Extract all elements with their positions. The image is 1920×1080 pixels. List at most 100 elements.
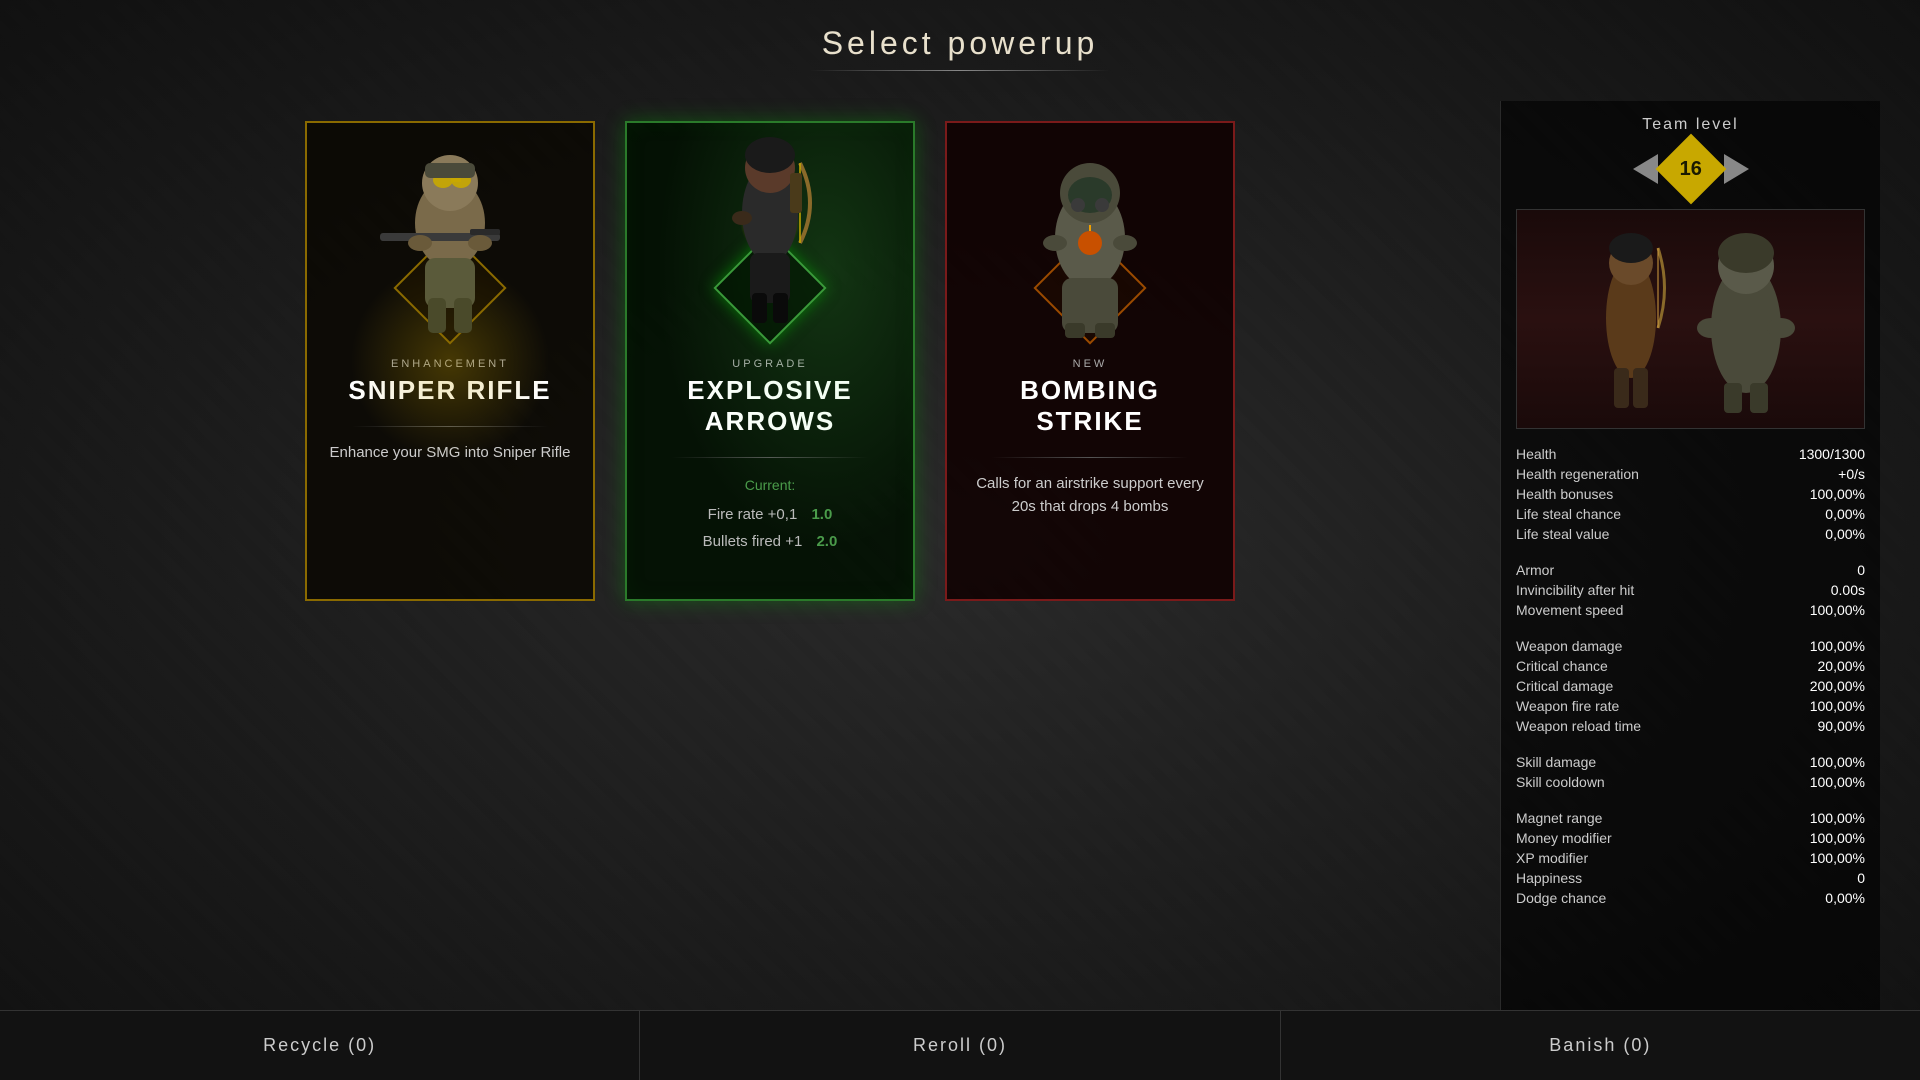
right-panel: Team level 16 xyxy=(1500,101,1880,1010)
stat-reload-time-label: Weapon reload time xyxy=(1516,718,1641,734)
bomber-divider xyxy=(992,457,1189,458)
page-title: Select powerup xyxy=(0,25,1920,62)
header: Select powerup xyxy=(0,0,1920,81)
stat-invincibility-label: Invincibility after hit xyxy=(1516,582,1634,598)
stat-crit-damage-label: Critical damage xyxy=(1516,678,1613,694)
stats-group-skill: Skill damage 100,00% Skill cooldown 100,… xyxy=(1516,752,1865,792)
stat-money-modifier: Money modifier 100,00% xyxy=(1516,828,1865,848)
stat-health-value: 1300/1300 xyxy=(1799,446,1865,462)
bomber-title: BOMBING STRIKE xyxy=(967,375,1213,437)
stat-dodge-chance-value: 0,00% xyxy=(1825,890,1865,906)
stat-weapon-damage-value: 100,00% xyxy=(1810,638,1865,654)
stat-xp-modifier-value: 100,00% xyxy=(1810,850,1865,866)
stat-crit-chance-value: 20,00% xyxy=(1818,658,1865,674)
bomber-type-label: NEW xyxy=(1073,358,1108,370)
character-area-archer xyxy=(647,143,893,343)
stat-happiness-value: 0 xyxy=(1857,870,1865,886)
stats-group-misc: Magnet range 100,00% Money modifier 100,… xyxy=(1516,808,1865,908)
stat-happiness: Happiness 0 xyxy=(1516,868,1865,888)
cards-container: ENHANCEMENT SNIPER RIFLE Enhance your SM… xyxy=(40,101,1500,1010)
stat-life-steal-value-val: 0,00% xyxy=(1825,526,1865,542)
stat-movement-speed: Movement speed 100,00% xyxy=(1516,600,1865,620)
stat-skill-cooldown: Skill cooldown 100,00% xyxy=(1516,772,1865,792)
stat-armor-label: Armor xyxy=(1516,562,1554,578)
stat-life-steal-chance-value: 0,00% xyxy=(1825,506,1865,522)
preview-char-2-svg xyxy=(1696,218,1796,418)
stat-money-modifier-label: Money modifier xyxy=(1516,830,1612,846)
team-level-section: Team level 16 xyxy=(1516,116,1865,194)
stat-happiness-label: Happiness xyxy=(1516,870,1582,886)
stat-fire-rate-label: Weapon fire rate xyxy=(1516,698,1619,714)
bomber-character-svg xyxy=(1010,143,1170,343)
level-badge: 16 xyxy=(1655,134,1726,205)
bomber-description: Calls for an airstrike support every 20s… xyxy=(967,473,1213,518)
stat-skill-cooldown-label: Skill cooldown xyxy=(1516,774,1605,790)
stat-armor: Armor 0 xyxy=(1516,560,1865,580)
stat-dodge-chance-label: Dodge chance xyxy=(1516,890,1606,906)
stat-health-bonuses: Health bonuses 100,00% xyxy=(1516,484,1865,504)
stat-health-regen-value: +0/s xyxy=(1838,466,1865,482)
stat-reload-time-value: 90,00% xyxy=(1818,718,1865,734)
stat-movement-speed-value: 100,00% xyxy=(1810,602,1865,618)
level-number: 16 xyxy=(1679,158,1701,181)
character-area-bomber xyxy=(967,143,1213,343)
card-explosive-arrows[interactable]: UPGRADE EXPLOSIVE ARROWS Current: Fire r… xyxy=(625,121,915,601)
stat-health-bonuses-value: 100,00% xyxy=(1810,486,1865,502)
stat-armor-value: 0 xyxy=(1857,562,1865,578)
stat-life-steal-value: Life steal value 0,00% xyxy=(1516,524,1865,544)
stat-life-steal-value-label: Life steal value xyxy=(1516,526,1609,542)
banish-button[interactable]: Banish (0) xyxy=(1281,1011,1920,1080)
content-area: ENHANCEMENT SNIPER RIFLE Enhance your SM… xyxy=(0,81,1920,1010)
stat-crit-chance: Critical chance 20,00% xyxy=(1516,656,1865,676)
stat-xp-modifier: XP modifier 100,00% xyxy=(1516,848,1865,868)
stat-magnet-range-value: 100,00% xyxy=(1810,810,1865,826)
level-arrow-right xyxy=(1724,154,1749,184)
stat-life-steal-chance: Life steal chance 0,00% xyxy=(1516,504,1865,524)
stat-health-regen-label: Health regeneration xyxy=(1516,466,1639,482)
stat-fire-rate: Weapon fire rate 100,00% xyxy=(1516,696,1865,716)
header-divider xyxy=(810,70,1110,71)
stat-invincibility: Invincibility after hit 0.00s xyxy=(1516,580,1865,600)
stat-crit-damage: Critical damage 200,00% xyxy=(1516,676,1865,696)
bottom-bar: Recycle (0) Reroll (0) Banish (0) xyxy=(0,1010,1920,1080)
team-level-title: Team level xyxy=(1516,116,1865,134)
stat-skill-damage: Skill damage 100,00% xyxy=(1516,752,1865,772)
stat-skill-damage-label: Skill damage xyxy=(1516,754,1596,770)
stats-group-armor: Armor 0 Invincibility after hit 0.00s Mo… xyxy=(1516,560,1865,620)
level-arrow-left xyxy=(1633,154,1658,184)
stat-weapon-damage: Weapon damage 100,00% xyxy=(1516,636,1865,656)
stat-movement-speed-label: Movement speed xyxy=(1516,602,1623,618)
stat-life-steal-chance-label: Life steal chance xyxy=(1516,506,1621,522)
stat-crit-chance-label: Critical chance xyxy=(1516,658,1608,674)
stats-group-health: Health 1300/1300 Health regeneration +0/… xyxy=(1516,444,1865,544)
card-sniper-rifle[interactable]: ENHANCEMENT SNIPER RIFLE Enhance your SM… xyxy=(305,121,595,601)
stat-magnet-range: Magnet range 100,00% xyxy=(1516,808,1865,828)
preview-char-1-svg xyxy=(1586,218,1676,418)
characters-preview xyxy=(1516,209,1865,429)
stat-dodge-chance: Dodge chance 0,00% xyxy=(1516,888,1865,908)
recycle-label: Recycle (0) xyxy=(263,1035,376,1056)
sniper-character-svg xyxy=(370,143,530,343)
stat-invincibility-value: 0.00s xyxy=(1831,582,1865,598)
stat-reload-time: Weapon reload time 90,00% xyxy=(1516,716,1865,736)
stat-magnet-range-label: Magnet range xyxy=(1516,810,1602,826)
stat-crit-damage-value: 200,00% xyxy=(1810,678,1865,694)
stat-health: Health 1300/1300 xyxy=(1516,444,1865,464)
stat-skill-damage-value: 100,00% xyxy=(1810,754,1865,770)
stat-health-regen: Health regeneration +0/s xyxy=(1516,464,1865,484)
archer-character-svg xyxy=(690,113,850,333)
reroll-label: Reroll (0) xyxy=(913,1035,1007,1056)
card-bombing-strike[interactable]: NEW BOMBING STRIKE Calls for an airstrik… xyxy=(945,121,1235,601)
stat-fire-rate-value: 100,00% xyxy=(1810,698,1865,714)
recycle-button[interactable]: Recycle (0) xyxy=(0,1011,640,1080)
stat-money-modifier-value: 100,00% xyxy=(1810,830,1865,846)
stats-panel: Health 1300/1300 Health regeneration +0/… xyxy=(1516,444,1865,908)
character-area-sniper xyxy=(327,143,573,343)
stats-group-weapon: Weapon damage 100,00% Critical chance 20… xyxy=(1516,636,1865,736)
stat-health-label: Health xyxy=(1516,446,1556,462)
reroll-button[interactable]: Reroll (0) xyxy=(640,1011,1280,1080)
stat-skill-cooldown-value: 100,00% xyxy=(1810,774,1865,790)
stat-xp-modifier-label: XP modifier xyxy=(1516,850,1588,866)
stat-weapon-damage-label: Weapon damage xyxy=(1516,638,1622,654)
stat-health-bonuses-label: Health bonuses xyxy=(1516,486,1613,502)
